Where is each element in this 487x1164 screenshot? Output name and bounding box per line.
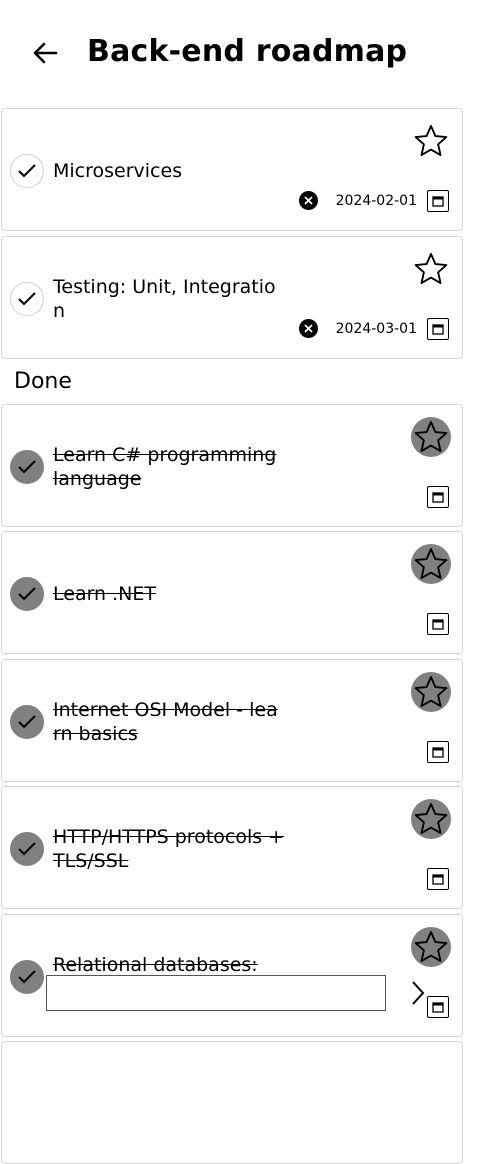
calendar-icon	[432, 874, 444, 885]
complete-toggle[interactable]	[10, 577, 44, 611]
star-button[interactable]	[411, 417, 451, 457]
star-button[interactable]	[411, 672, 451, 712]
complete-toggle[interactable]	[10, 450, 44, 484]
task-card: Testing: Unit, Integration 2024-03-01	[1, 236, 463, 359]
due-date: 2024-03-01	[335, 321, 417, 337]
star-icon	[414, 548, 448, 580]
complete-toggle[interactable]	[10, 154, 44, 188]
due-date: 2024-02-01	[335, 193, 417, 209]
task-card: Learn .NET	[1, 531, 463, 654]
complete-toggle[interactable]	[10, 960, 44, 994]
chevron-right-icon	[412, 981, 425, 1005]
star-icon	[414, 421, 448, 453]
calendar-icon	[432, 324, 444, 335]
section-label-done: Done	[14, 369, 72, 394]
arrow-left-icon	[33, 42, 58, 64]
calendar-button[interactable]	[427, 318, 449, 340]
check-icon	[18, 164, 36, 178]
calendar-button[interactable]	[427, 486, 449, 508]
calendar-button[interactable]	[427, 868, 449, 890]
clear-date-button[interactable]	[299, 191, 318, 210]
close-icon	[304, 324, 313, 333]
task-title[interactable]: Learn .NET	[53, 582, 285, 606]
check-icon	[18, 587, 36, 601]
close-icon	[304, 196, 313, 205]
calendar-icon	[432, 196, 444, 207]
star-icon	[414, 803, 448, 835]
star-icon	[414, 931, 448, 963]
check-icon	[18, 460, 36, 474]
task-title[interactable]: HTTP/HTTPS protocols +TLS/SSL	[53, 825, 285, 873]
task-card: Internet OSI Model - learn basics	[1, 659, 463, 782]
app-header: Back-end roadmap	[0, 0, 487, 108]
star-button[interactable]	[411, 249, 451, 289]
calendar-button[interactable]	[427, 613, 449, 635]
task-title[interactable]: Internet OSI Model - learn basics	[53, 698, 285, 746]
check-icon	[18, 715, 36, 729]
check-icon	[18, 842, 36, 856]
star-icon	[414, 676, 448, 708]
calendar-icon	[432, 619, 444, 630]
task-card: HTTP/HTTPS protocols +TLS/SSL	[1, 786, 463, 909]
star-button[interactable]	[411, 927, 451, 967]
task-card	[1, 1041, 463, 1164]
back-button[interactable]	[28, 36, 62, 70]
task-title[interactable]: Learn C# programming language	[53, 443, 285, 491]
check-icon	[18, 970, 36, 984]
calendar-icon	[432, 1002, 444, 1013]
star-button[interactable]	[411, 799, 451, 839]
check-icon	[18, 292, 36, 306]
star-icon	[414, 253, 448, 285]
task-title[interactable]: Testing: Unit, Integration	[53, 275, 285, 323]
task-card: Relational databases:	[1, 914, 463, 1037]
star-button[interactable]	[411, 544, 451, 584]
calendar-button[interactable]	[427, 741, 449, 763]
complete-toggle[interactable]	[10, 705, 44, 739]
complete-toggle[interactable]	[10, 282, 44, 316]
calendar-icon	[432, 492, 444, 503]
calendar-button[interactable]	[427, 190, 449, 212]
complete-toggle[interactable]	[10, 832, 44, 866]
task-card: Microservices 2024-02-01	[1, 108, 463, 231]
task-card: Learn C# programming language	[1, 404, 463, 527]
calendar-icon	[432, 747, 444, 758]
clear-date-button[interactable]	[299, 319, 318, 338]
page-title: Back-end roadmap	[87, 34, 408, 69]
task-title[interactable]: Relational databases:	[53, 953, 285, 977]
task-title[interactable]: Microservices	[53, 159, 285, 183]
star-button[interactable]	[411, 121, 451, 161]
star-icon	[414, 125, 448, 157]
submit-button[interactable]	[406, 977, 430, 1009]
edit-task-input[interactable]	[46, 975, 386, 1011]
calendar-button[interactable]	[427, 996, 449, 1018]
